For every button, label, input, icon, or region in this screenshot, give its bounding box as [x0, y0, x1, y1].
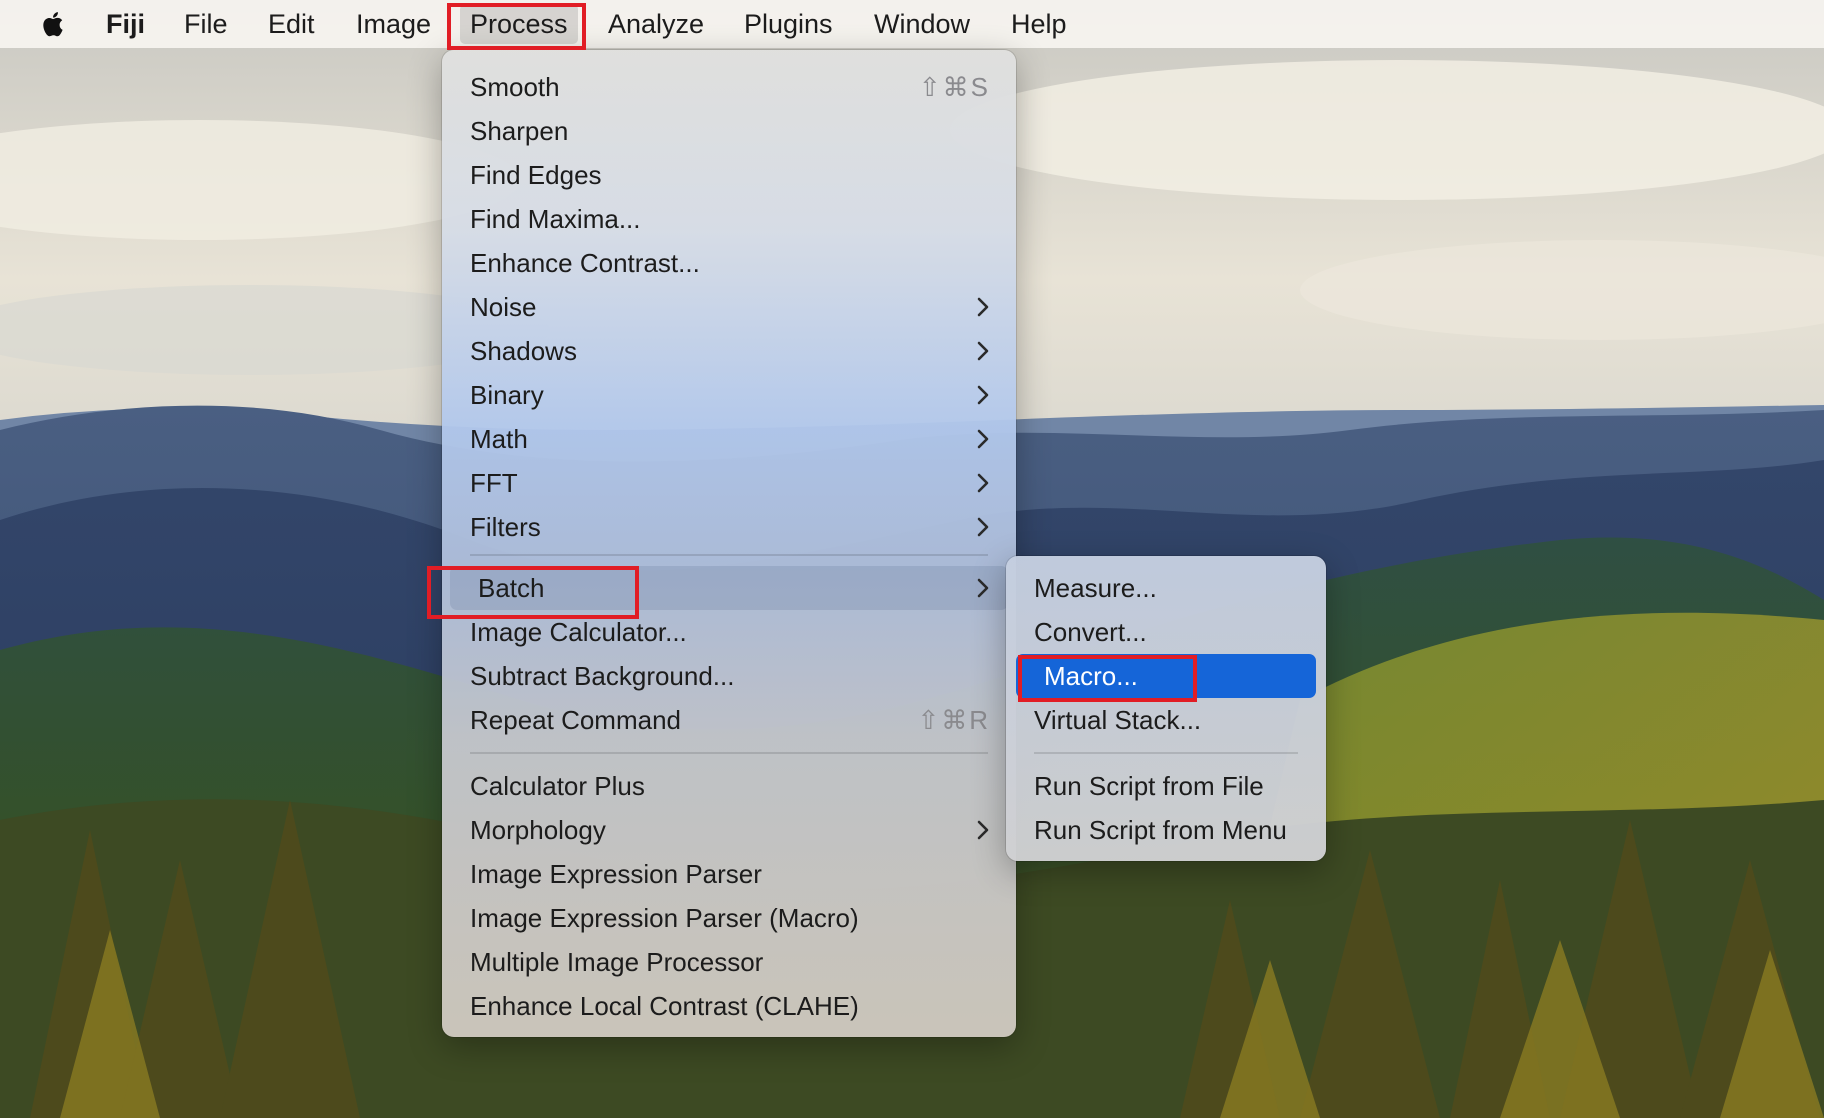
- shortcut-label: ⇧⌘R: [917, 705, 990, 735]
- menu-item-label: Image Expression Parser: [470, 859, 762, 889]
- menu-item-label: Virtual Stack...: [1034, 705, 1202, 735]
- menubar-file[interactable]: File: [184, 4, 228, 44]
- menubar-app-name[interactable]: Fiji: [106, 4, 145, 44]
- menu-item-find-edges[interactable]: Find Edges: [442, 153, 1016, 197]
- menu-item-label: Find Edges: [470, 160, 602, 190]
- menu-item-enhance-contrast[interactable]: Enhance Contrast...: [442, 241, 1016, 285]
- menu-item-label: Smooth: [470, 72, 560, 102]
- menu-item-image-calculator[interactable]: Image Calculator...: [442, 610, 1016, 654]
- menu-item-sharpen[interactable]: Sharpen: [442, 109, 1016, 153]
- menu-item-subtract-background[interactable]: Subtract Background...: [442, 654, 1016, 698]
- menu-item-label: Repeat Command: [470, 705, 681, 735]
- menu-item-label: Enhance Contrast...: [470, 248, 700, 278]
- menu-item-label: Find Maxima...: [470, 204, 641, 234]
- menu-item-image-expression-parser-macro[interactable]: Image Expression Parser (Macro): [442, 896, 1016, 940]
- menu-item-label: Filters: [470, 512, 541, 542]
- chevron-right-icon: [977, 473, 989, 493]
- submenu-item-virtual-stack[interactable]: Virtual Stack...: [1006, 698, 1326, 742]
- menu-separator: [470, 752, 988, 754]
- menu-item-label: Binary: [470, 380, 544, 410]
- menu-item-repeat-command[interactable]: Repeat Command ⇧⌘R: [442, 698, 1016, 742]
- menu-item-multiple-image-processor[interactable]: Multiple Image Processor: [442, 940, 1016, 984]
- menu-item-batch[interactable]: Batch: [450, 566, 1008, 610]
- menu-item-label: Math: [470, 424, 528, 454]
- menu-item-label: Shadows: [470, 336, 577, 366]
- menu-item-label: Enhance Local Contrast (CLAHE): [470, 991, 859, 1021]
- menu-item-label: FFT: [470, 468, 518, 498]
- menu-item-label: Subtract Background...: [470, 661, 735, 691]
- menu-separator: [1034, 752, 1298, 754]
- menubar-image[interactable]: Image: [356, 4, 431, 44]
- menu-item-binary[interactable]: Binary: [442, 373, 1016, 417]
- menu-item-label: Multiple Image Processor: [470, 947, 764, 977]
- submenu-item-macro[interactable]: Macro...: [1016, 654, 1316, 698]
- menu-separator: [470, 554, 988, 556]
- chevron-right-icon: [977, 578, 989, 598]
- apple-logo-icon[interactable]: [36, 7, 70, 41]
- menu-item-morphology[interactable]: Morphology: [442, 808, 1016, 852]
- menu-item-fft[interactable]: FFT: [442, 461, 1016, 505]
- menu-item-label: Batch: [478, 573, 545, 603]
- menu-item-label: Image Expression Parser (Macro): [470, 903, 859, 933]
- submenu-item-measure[interactable]: Measure...: [1006, 566, 1326, 610]
- menu-item-label: Macro...: [1044, 661, 1138, 691]
- menu-item-find-maxima[interactable]: Find Maxima...: [442, 197, 1016, 241]
- chevron-right-icon: [977, 517, 989, 537]
- chevron-right-icon: [977, 820, 989, 840]
- menu-item-label: Image Calculator...: [470, 617, 687, 647]
- chevron-right-icon: [977, 429, 989, 449]
- process-menu: Smooth ⇧⌘S Sharpen Find Edges Find Maxim…: [442, 50, 1016, 1037]
- chevron-right-icon: [977, 297, 989, 317]
- menubar-analyze[interactable]: Analyze: [608, 4, 704, 44]
- menu-item-noise[interactable]: Noise: [442, 285, 1016, 329]
- chevron-right-icon: [977, 341, 989, 361]
- menu-item-enhance-local-contrast[interactable]: Enhance Local Contrast (CLAHE): [442, 984, 1016, 1028]
- shortcut-label: ⇧⌘S: [918, 72, 990, 102]
- menu-item-label: Sharpen: [470, 116, 569, 146]
- batch-submenu: Measure... Convert... Macro... Virtual S…: [1006, 556, 1326, 861]
- menu-item-label: Run Script from File: [1034, 771, 1264, 801]
- menu-item-math[interactable]: Math: [442, 417, 1016, 461]
- menu-item-filters[interactable]: Filters: [442, 505, 1016, 549]
- menu-item-label: Noise: [470, 292, 537, 322]
- submenu-item-run-script-from-menu[interactable]: Run Script from Menu: [1006, 808, 1326, 852]
- menubar-help[interactable]: Help: [1011, 4, 1067, 44]
- submenu-item-convert[interactable]: Convert...: [1006, 610, 1326, 654]
- chevron-right-icon: [977, 385, 989, 405]
- menu-item-smooth[interactable]: Smooth ⇧⌘S: [442, 65, 1016, 109]
- menu-item-shadows[interactable]: Shadows: [442, 329, 1016, 373]
- menu-item-label: Measure...: [1034, 573, 1157, 603]
- menu-item-image-expression-parser[interactable]: Image Expression Parser: [442, 852, 1016, 896]
- menubar-window[interactable]: Window: [874, 4, 970, 44]
- menu-item-label: Morphology: [470, 815, 606, 845]
- menu-item-label: Calculator Plus: [470, 771, 645, 801]
- menu-item-label: Run Script from Menu: [1034, 815, 1287, 845]
- menu-item-calculator-plus[interactable]: Calculator Plus: [442, 764, 1016, 808]
- menu-item-label: Convert...: [1034, 617, 1147, 647]
- menu-bar: Fiji File Edit Image Process Analyze Plu…: [0, 0, 1824, 48]
- menubar-plugins[interactable]: Plugins: [744, 4, 833, 44]
- submenu-item-run-script-from-file[interactable]: Run Script from File: [1006, 764, 1326, 808]
- menubar-process[interactable]: Process: [460, 4, 578, 44]
- menubar-edit[interactable]: Edit: [268, 4, 315, 44]
